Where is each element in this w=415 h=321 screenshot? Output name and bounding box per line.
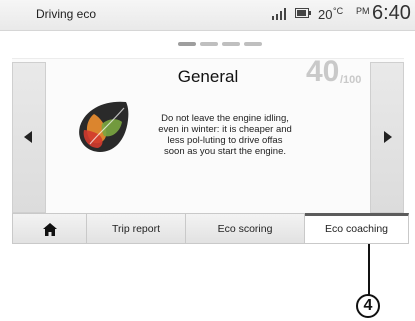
tab-eco-coaching[interactable]: Eco coaching xyxy=(305,213,409,244)
battery-icon xyxy=(295,8,311,18)
previous-tip-button[interactable] xyxy=(12,62,46,213)
tab-eco-scoring[interactable]: Eco scoring xyxy=(186,213,305,244)
page-dot xyxy=(200,42,218,46)
page-dot xyxy=(222,42,240,46)
arrow-left-icon xyxy=(24,131,32,143)
coaching-tip-text: Do not leave the engine idling, even in … xyxy=(158,113,292,157)
arrow-right-icon xyxy=(384,131,392,143)
page-dot xyxy=(178,42,196,46)
status-bar: Driving eco 20 °C PM 6:40 xyxy=(0,0,415,31)
temperature-unit: °C xyxy=(333,6,344,16)
eco-leaf-icon xyxy=(79,101,129,152)
next-tip-button[interactable] xyxy=(370,62,404,213)
temperature-value: 20 xyxy=(318,7,333,22)
callout-line xyxy=(368,244,370,295)
eco-driving-screen: Driving eco 20 °C PM 6:40 General 40 /10… xyxy=(0,0,415,321)
app-title: Driving eco xyxy=(36,7,97,21)
tab-bar: Trip report Eco scoring Eco coaching xyxy=(12,213,409,245)
ampm-indicator: PM xyxy=(356,6,370,16)
page-indicator xyxy=(178,42,262,47)
signal-icon xyxy=(272,6,290,20)
callout-number: 4 xyxy=(356,294,380,318)
tab-home[interactable] xyxy=(12,213,87,244)
score-value: 40 xyxy=(306,55,340,88)
score-max: /100 xyxy=(340,74,362,86)
clock: 6:40 xyxy=(372,2,411,24)
coaching-category-title: General xyxy=(177,67,239,86)
home-icon xyxy=(43,223,57,236)
page-dot xyxy=(244,42,262,46)
tab-trip-report[interactable]: Trip report xyxy=(87,213,186,244)
